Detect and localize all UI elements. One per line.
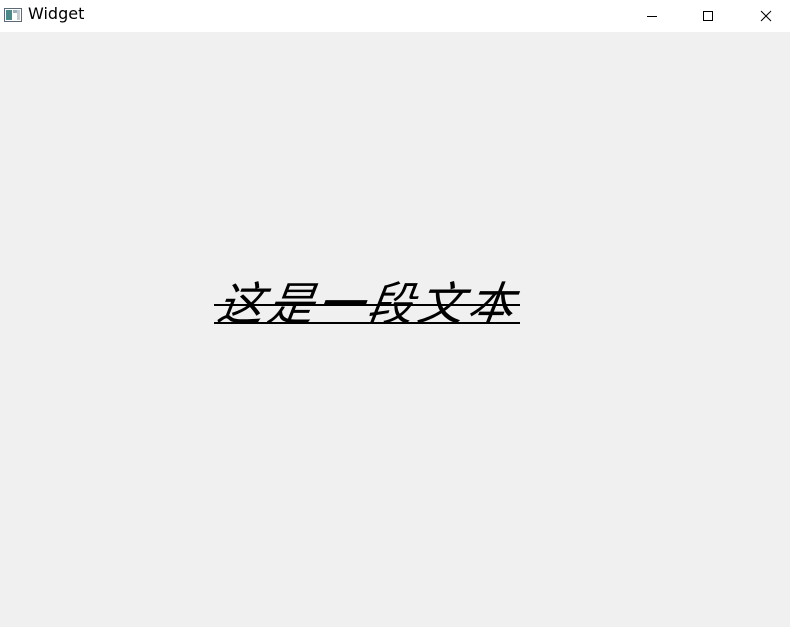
maximize-icon xyxy=(703,11,713,21)
window-title: Widget xyxy=(28,4,85,23)
app-window-icon[interactable] xyxy=(4,7,22,22)
maximize-button[interactable] xyxy=(680,0,736,32)
client-area: 这是一段文本 xyxy=(0,32,790,627)
underline-line xyxy=(214,322,520,324)
minimize-icon xyxy=(647,16,657,17)
title-bar[interactable]: Widget xyxy=(0,0,790,32)
styled-text-label: 这是一段文本 xyxy=(214,276,522,334)
strikeout-line xyxy=(214,304,520,306)
app-window: Widget 这是一段文本 xyxy=(0,0,790,627)
close-icon xyxy=(760,10,772,22)
close-button[interactable] xyxy=(738,0,790,32)
minimize-button[interactable] xyxy=(624,0,680,32)
